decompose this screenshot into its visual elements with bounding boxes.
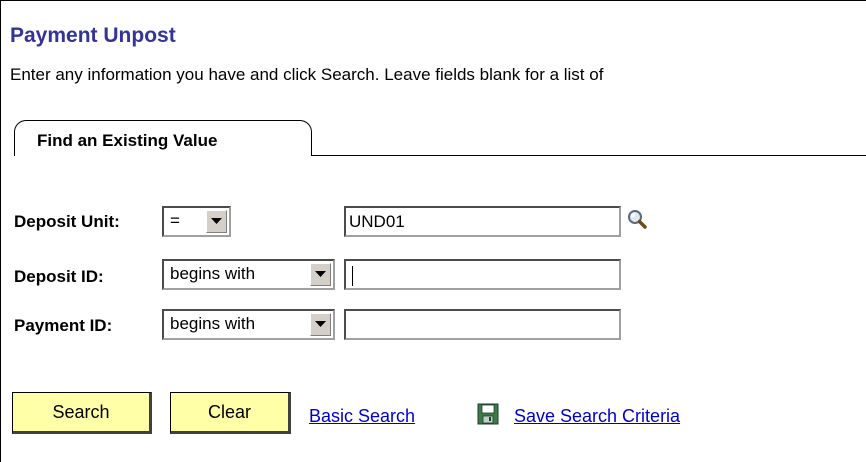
deposit-id-operator-select[interactable]: begins with (162, 259, 335, 290)
chevron-down-icon[interactable] (310, 263, 331, 286)
search-button[interactable]: Search (12, 392, 152, 434)
chevron-down-icon[interactable] (206, 210, 227, 233)
text-cursor (352, 266, 353, 286)
payment-id-label: Payment ID: (14, 316, 113, 335)
page-title: Payment Unpost (10, 24, 176, 47)
chevron-down-icon[interactable] (310, 313, 331, 336)
save-search-criteria-link[interactable]: Save Search Criteria (514, 406, 680, 427)
payment-id-input[interactable] (344, 309, 621, 340)
tab-find-existing-value[interactable]: Find an Existing Value (14, 120, 312, 156)
deposit-unit-operator-value: = (170, 211, 180, 230)
clear-button[interactable]: Clear (170, 392, 291, 434)
tab-divider (311, 155, 866, 156)
deposit-id-label: Deposit ID: (14, 267, 104, 286)
deposit-id-operator-value: begins with (170, 264, 256, 283)
payment-id-operator-select[interactable]: begins with (162, 309, 335, 340)
floppy-disk-icon[interactable] (477, 403, 499, 425)
basic-search-link[interactable]: Basic Search (309, 406, 415, 427)
deposit-unit-input[interactable] (344, 206, 621, 237)
payment-id-operator-value: begins with (170, 314, 256, 333)
deposit-unit-label: Deposit Unit: (14, 212, 120, 231)
deposit-id-input[interactable] (344, 259, 621, 290)
magnifier-icon[interactable] (625, 208, 655, 232)
instructions-text: Enter any information you have and click… (10, 65, 604, 84)
deposit-unit-operator-select[interactable]: = (162, 206, 231, 237)
